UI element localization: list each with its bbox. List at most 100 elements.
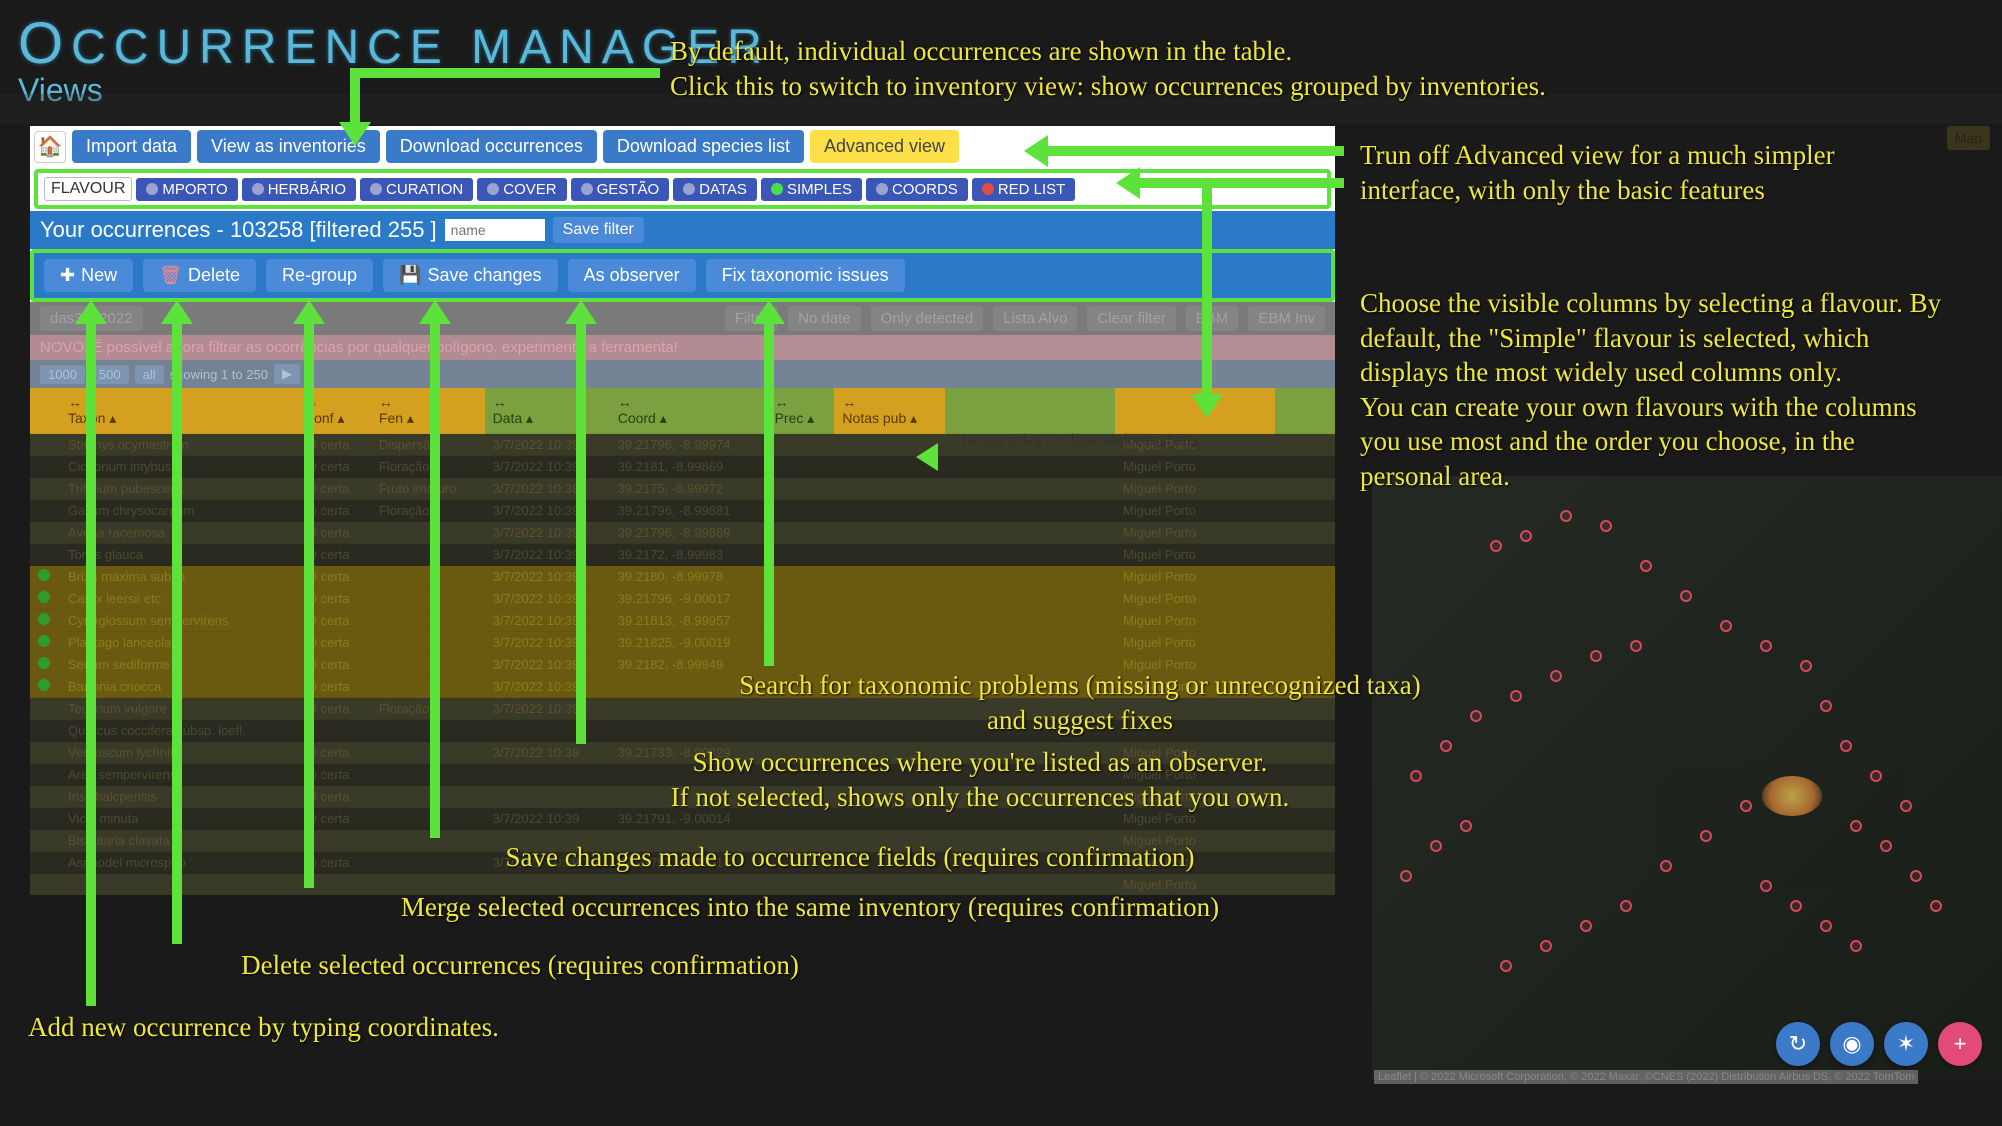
table-row[interactable]: Cichorium intybusID certaFloração3/7/202… xyxy=(30,456,1335,478)
map-point[interactable] xyxy=(1590,650,1602,662)
map-point[interactable] xyxy=(1800,660,1812,672)
occurrences-header: Your occurrences - 103258 [filtered 255 … xyxy=(30,211,1335,249)
map-point[interactable] xyxy=(1410,770,1422,782)
map-point[interactable] xyxy=(1820,920,1832,932)
map-point[interactable] xyxy=(1430,840,1442,852)
anno-save: Save changes made to occurrence fields (… xyxy=(390,840,1310,875)
col-prec[interactable]: ↔Prec ▴ xyxy=(767,388,835,434)
table-row[interactable]: Plantago lanceolataID certa3/7/2022 10:3… xyxy=(30,632,1335,654)
flavour-chip-curation[interactable]: CURATION xyxy=(360,178,473,201)
download-occurrences-button[interactable]: Download occurrences xyxy=(386,130,597,163)
col-data[interactable]: ↔Data ▴ xyxy=(485,388,610,434)
map-point[interactable] xyxy=(1760,880,1772,892)
map-point[interactable] xyxy=(1700,830,1712,842)
new-button[interactable]: ✚New xyxy=(44,259,133,292)
advanced-view-button[interactable]: Advanced view xyxy=(810,130,959,163)
map-point[interactable] xyxy=(1680,590,1692,602)
map-point[interactable] xyxy=(1520,530,1532,542)
table-row[interactable]: Carex leersii etcID certa3/7/2022 10:393… xyxy=(30,588,1335,610)
flavour-chip-datas[interactable]: DATAS xyxy=(673,178,757,201)
map-btn-2[interactable]: ◉ xyxy=(1830,1022,1874,1066)
plus-icon: ✚ xyxy=(60,265,75,286)
map-credit: Leaflet | © 2022 Microsoft Corporation, … xyxy=(1374,1070,1918,1084)
action-bar: ✚New 🗑Delete Re-group 💾Save changes As o… xyxy=(30,249,1335,302)
map-point[interactable] xyxy=(1620,900,1632,912)
download-species-button[interactable]: Download species list xyxy=(603,130,804,163)
map-top-strip: Map xyxy=(1947,126,1990,150)
flavour-chip-mporto[interactable]: MPORTO xyxy=(136,178,237,201)
map-point[interactable] xyxy=(1500,960,1512,972)
flavour-chip-cover[interactable]: COVER xyxy=(477,178,566,201)
as-observer-button[interactable]: As observer xyxy=(568,259,696,292)
anno-delete: Delete selected occurrences (requires co… xyxy=(140,948,900,983)
anno-observer: Show occurrences where you're listed as … xyxy=(555,745,1405,814)
flavour-chip-coords[interactable]: COORDS xyxy=(866,178,968,201)
occurrences-title: Your occurrences - 103258 [filtered 255 … xyxy=(40,217,437,243)
table-row[interactable]: Torilis glaucaID certa3/7/2022 10:3939.2… xyxy=(30,544,1335,566)
map-point[interactable] xyxy=(1440,740,1452,752)
map-btn-1[interactable]: ↻ xyxy=(1776,1022,1820,1066)
save-filter-button[interactable]: Save filter xyxy=(553,217,644,243)
map-point[interactable] xyxy=(1740,800,1752,812)
delete-button[interactable]: 🗑Delete xyxy=(143,259,256,292)
table-row[interactable]: Trifolium pubescensID certaFruto imaturo… xyxy=(30,478,1335,500)
map-point[interactable] xyxy=(1560,510,1572,522)
map-panel[interactable] xyxy=(1372,476,2002,1080)
flavour-chip-gestao[interactable]: GESTÃO xyxy=(571,178,670,201)
triangle-left-icon xyxy=(916,443,938,471)
anno-regroup: Merge selected occurrences into the same… xyxy=(270,890,1350,925)
flavour-chip-simples[interactable]: SIMPLES xyxy=(761,178,862,201)
map-point[interactable] xyxy=(1880,840,1892,852)
map-point[interactable] xyxy=(1720,620,1732,632)
import-button[interactable]: Import data xyxy=(72,130,191,163)
table-row[interactable]: Avena racemosaID certa3/7/2022 10:3939.2… xyxy=(30,522,1335,544)
anno-fix: Search for taxonomic problems (missing o… xyxy=(730,668,1430,737)
trash-icon: 🗑 xyxy=(159,265,182,286)
map-add-button[interactable]: + xyxy=(1938,1022,1982,1066)
map-point[interactable] xyxy=(1470,710,1482,722)
map-point[interactable] xyxy=(1630,640,1642,652)
home-icon[interactable]: 🏠 xyxy=(34,131,66,163)
map-btn-3[interactable]: ✶ xyxy=(1884,1022,1928,1066)
map-point[interactable] xyxy=(1640,560,1652,572)
table-row[interactable]: Briza maxima subspID certa3/7/2022 10:39… xyxy=(30,566,1335,588)
map-point[interactable] xyxy=(1820,700,1832,712)
map-point[interactable] xyxy=(1550,670,1562,682)
filter-strip: das3/7/2022 Filter No date Only detected… xyxy=(30,302,1335,335)
table-body: Stachys ocymastrumID certaDispersão3/7/2… xyxy=(30,434,1335,896)
news-banner: NOVO! É possível agora filtrar as ocorrê… xyxy=(30,335,1335,360)
regroup-button[interactable]: Re-group xyxy=(266,259,373,292)
map-point[interactable] xyxy=(1540,940,1552,952)
map-point[interactable] xyxy=(1850,940,1862,952)
flavour-chip-redlist[interactable]: RED LIST xyxy=(972,178,1076,201)
map-point[interactable] xyxy=(1460,820,1472,832)
col-notaspub[interactable]: ↔Notas pub ▴ xyxy=(834,388,945,434)
map-point[interactable] xyxy=(1910,870,1922,882)
map-point[interactable] xyxy=(1790,900,1802,912)
map-point[interactable] xyxy=(1900,800,1912,812)
filter-name-input[interactable] xyxy=(445,219,545,241)
map-point[interactable] xyxy=(1600,520,1612,532)
map-point[interactable] xyxy=(1870,770,1882,782)
table-row[interactable]: Cynoglossum sempervirensID certa3/7/2022… xyxy=(30,610,1335,632)
map-point[interactable] xyxy=(1840,740,1852,752)
map-point[interactable] xyxy=(1490,540,1502,552)
table-row[interactable]: Galium chrysocarpumID certaFloração3/7/2… xyxy=(30,500,1335,522)
split-column-headers: ↔Notas priv ▴ ↔Observadores ▴ Nat ▴ xyxy=(946,432,1200,452)
fix-taxonomic-button[interactable]: Fix taxonomic issues xyxy=(706,259,905,292)
play-icon[interactable]: ▶ xyxy=(274,364,300,384)
anno-inventory-view: By default, individual occurrences are s… xyxy=(670,34,1830,103)
map-point[interactable] xyxy=(1580,920,1592,932)
map-point[interactable] xyxy=(1930,900,1942,912)
map-point[interactable] xyxy=(1850,820,1862,832)
col-coord[interactable]: ↔Coord ▴ xyxy=(610,388,767,434)
save-changes-button[interactable]: 💾Save changes xyxy=(383,259,558,292)
flavour-chip-herbario[interactable]: HERBÁRIO xyxy=(242,178,356,201)
map-point[interactable] xyxy=(1760,640,1772,652)
app-title: OCCURRENCE MANAGER xyxy=(18,10,770,77)
col-fen[interactable]: ↔Fen ▴ xyxy=(371,388,485,434)
map-point[interactable] xyxy=(1510,690,1522,702)
flavour-label: FLAVOUR xyxy=(44,177,132,201)
map-point[interactable] xyxy=(1660,860,1672,872)
map-point[interactable] xyxy=(1400,870,1412,882)
